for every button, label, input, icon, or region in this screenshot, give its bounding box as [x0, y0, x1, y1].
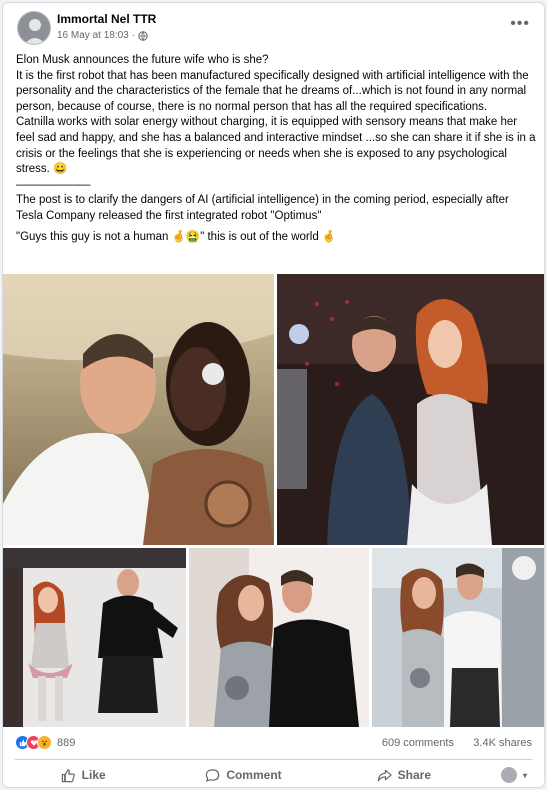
share-icon [377, 769, 392, 781]
post-note: The post is to clarify the dangers of AI… [16, 194, 509, 222]
chevron-down-icon: ▾ [522, 770, 527, 780]
comment-button[interactable]: Comment [163, 761, 323, 787]
actions-divider [15, 759, 532, 760]
comments-count[interactable]: 609 comments [382, 737, 454, 749]
post-quote: "Guys this guy is not a human 🤞🤮" this i… [16, 230, 337, 243]
author-avatar[interactable] [17, 11, 51, 45]
post-timestamp[interactable]: 16 May at 18:03 [57, 30, 129, 41]
reaction-summary[interactable]: 889 [15, 735, 75, 750]
share-label: Share [397, 768, 431, 782]
post-header: Immortal Nel TTR 16 May at 18:03 · ••• [3, 3, 544, 51]
post-paragraph: Catnilla works with solar energy without… [16, 116, 536, 176]
more-options-icon[interactable]: ••• [510, 15, 530, 33]
shares-count[interactable]: 3.4K shares [473, 737, 532, 749]
photo-man-dancing-robot-studio[interactable] [3, 548, 186, 727]
like-button[interactable]: Like [3, 761, 163, 787]
author-name[interactable]: Immortal Nel TTR [57, 12, 156, 26]
post-text: Elon Musk announces the future wife who … [16, 53, 536, 245]
comment-label: Comment [226, 768, 282, 782]
action-bar: Like Comment Share ▾ [3, 761, 544, 787]
post-card: Immortal Nel TTR 16 May at 18:03 · ••• E… [2, 2, 545, 788]
profile-avatar-small [500, 767, 517, 783]
wow-icon [37, 735, 52, 750]
post-meta: 16 May at 18:03 · [57, 30, 148, 41]
photo-grid [3, 274, 544, 727]
post-paragraph: Elon Musk announces the future wife who … [16, 54, 269, 66]
post-paragraph: It is the first robot that has been manu… [16, 69, 529, 113]
photo-man-kissing-dark-robot[interactable] [3, 274, 274, 545]
thumbs-up-icon [61, 768, 75, 782]
like-label: Like [81, 768, 106, 782]
globe-icon [138, 30, 148, 41]
meta-dot: · [131, 30, 136, 41]
photo-man-embracing-robot-lab[interactable] [372, 548, 544, 727]
post-stats: 889 609 comments 3.4K shares [3, 731, 544, 755]
photo-man-kissing-robot[interactable] [189, 548, 369, 727]
photo-man-dancing-redhead-robot[interactable] [277, 274, 544, 545]
comment-icon [206, 768, 220, 782]
post-separator: ——————— [16, 178, 91, 191]
reaction-audience-selector[interactable]: ▾ [484, 761, 544, 787]
reaction-count[interactable]: 889 [57, 737, 75, 749]
share-button[interactable]: Share [324, 761, 484, 787]
